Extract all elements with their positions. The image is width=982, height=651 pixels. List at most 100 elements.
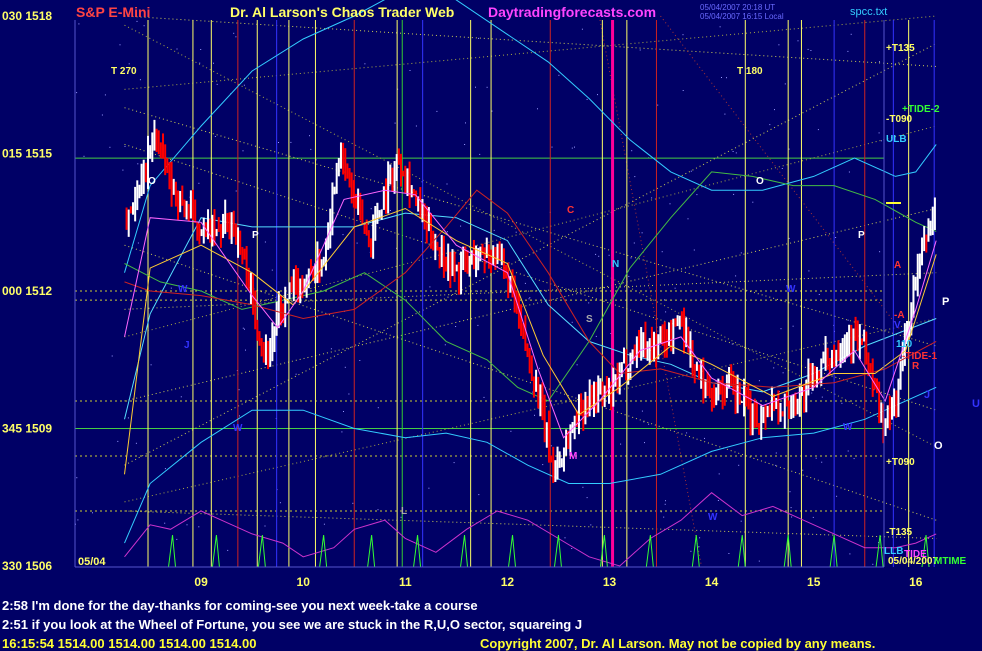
star-dot [780,328,782,330]
star-dot [726,77,727,79]
star-dot [847,450,849,452]
star-dot [586,98,588,100]
star-dot [731,343,733,345]
star-dot [732,151,734,152]
star-dot [788,237,790,239]
star-dot [104,94,106,96]
star-dot [724,113,726,115]
star-dot [295,373,297,375]
star-dot [214,136,216,137]
chart-letter: N [612,259,619,270]
star-dot [644,442,645,444]
star-dot [872,563,874,565]
star-dot [641,232,643,234]
dotted-diagonal-line [124,15,937,67]
right-label: 110 [896,339,913,350]
star-dot [428,487,430,489]
star-dot [370,208,372,210]
right-label: -T135 [886,527,913,538]
star-dot [598,255,600,257]
star-dot [879,251,881,253]
star-dot [752,201,754,203]
star-dot [775,452,777,454]
star-dot [446,183,448,185]
cycle-spikes [168,534,930,568]
star-dot [352,502,354,504]
star-dot [150,364,152,366]
star-dot [817,129,819,131]
star-dot [690,550,692,552]
star-dot [453,462,455,464]
x-tick-label: 15 [807,575,821,589]
star-dot [486,86,488,88]
star-dot [582,486,584,488]
cycle-spike [367,534,376,568]
star-dot [797,40,799,42]
star-dot [510,430,512,432]
star-dot [687,218,689,220]
chart-letters: T 270 T 180 O O P P C N S M J W W W W W L [111,66,865,523]
star-dot [738,464,740,466]
star-dot [460,225,462,227]
star-dot [551,146,553,148]
star-dot [841,402,843,404]
star-dot [389,210,391,211]
star-dot [394,122,396,124]
y-tick-label: 030 1518 [2,9,52,23]
chart-letter: O [148,176,156,187]
right-label: A [894,260,901,271]
star-dot [444,344,446,346]
star-dot [278,142,279,143]
star-dot [170,287,172,289]
star-dot [778,44,780,46]
star-dot [698,546,700,548]
star-dot [595,253,597,255]
star-dot [719,26,721,28]
right-label: R [912,361,920,372]
x-tick-label: 14 [705,575,719,589]
star-dot [539,367,540,369]
cycle-spike [645,534,654,568]
x-tick-label: 09 [194,575,208,589]
star-dot [740,252,742,254]
chart-letter: S [586,314,593,325]
star-dot [597,94,598,96]
star-dot [792,325,794,327]
star-dot [574,146,575,148]
star-dot [76,477,78,479]
star-dot [92,512,93,514]
star-dot [628,275,630,277]
star-dot [651,197,653,199]
star-dot [279,502,281,504]
site-link[interactable]: Daytradingforecasts.com [488,4,656,20]
chart-letter: J [184,340,190,351]
y-tick-label: 000 1512 [2,284,52,298]
star-dot [564,537,566,539]
star-dot [542,464,544,466]
copyright-notice: Copyright 2007, Dr. Al Larson. May not b… [480,636,876,651]
right-label: MTIME [934,556,967,567]
star-dot [479,153,481,155]
x-tick-label: 11 [399,575,412,589]
x-tick-label: 10 [297,575,311,589]
star-dot [174,300,176,302]
star-dot [483,396,485,398]
star-dot [77,519,79,521]
right-labels: +T135+TIDE-2-T090ULBA-AV110-TIDE-1R+T090… [884,43,980,567]
star-dot [769,124,771,126]
star-dot [850,33,852,35]
star-dot [465,122,466,124]
star-dot [661,251,663,253]
star-dot [245,349,246,351]
star-dot [377,407,379,409]
cycle-spike [691,534,700,568]
star-dot [835,237,837,238]
star-dot [821,461,823,463]
message-line-1: 2:58 I'm done for the day-thanks for com… [2,598,478,613]
star-dot [348,393,350,395]
chart-title: Dr. Al Larson's Chaos Trader Web [230,4,455,20]
star-dot [634,176,636,178]
star-dot [699,537,701,539]
dotted-diagonal-line [124,107,937,347]
star-dot [356,242,358,244]
